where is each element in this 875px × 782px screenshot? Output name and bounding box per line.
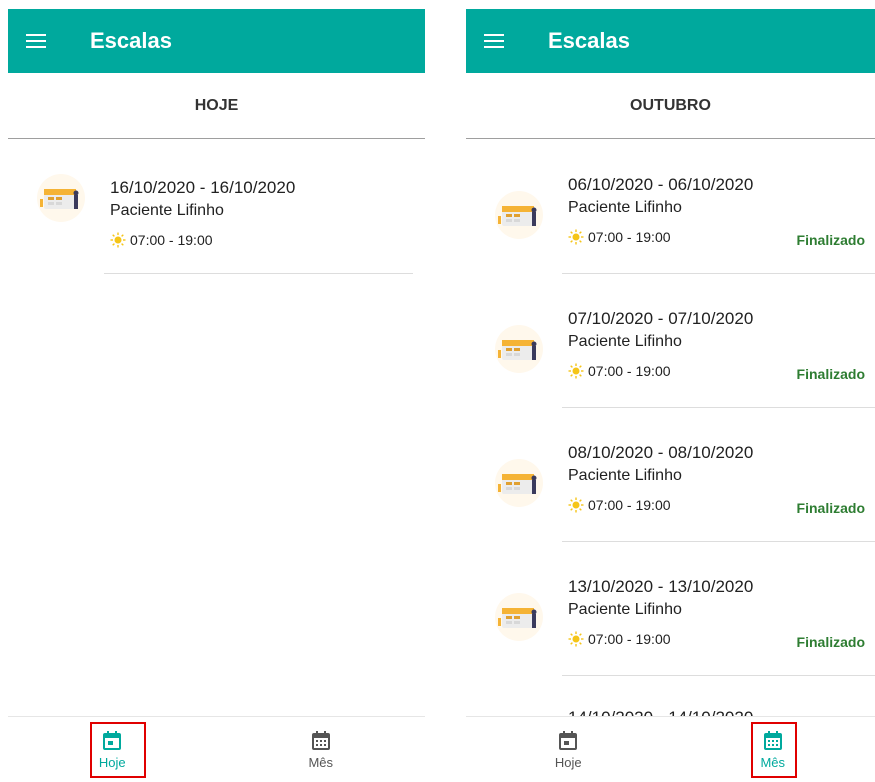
calendar-month-icon (762, 730, 784, 752)
sun-icon (568, 497, 584, 513)
item-patient: Paciente Lifinho (568, 199, 682, 216)
item-shift-time: 07:00 - 19:00 (130, 232, 213, 248)
item-shift-time: 07:00 - 19:00 (588, 497, 671, 513)
app-bar: Escalas (8, 9, 425, 73)
calendar-illustration-icon (494, 190, 544, 240)
section-title-today: HOJE (8, 74, 425, 139)
bottom-navigation: Hoje Mês (466, 716, 875, 782)
item-patient: Paciente Lifinho (110, 202, 224, 219)
item-shift: 07:00 - 19:00 (110, 230, 425, 250)
calendar-illustration-icon (494, 458, 544, 508)
sun-icon (568, 631, 584, 647)
item-divider (104, 273, 413, 274)
tab-today-label: Hoje (98, 755, 126, 770)
schedule-list: 16/10/2020 - 16/10/2020 Paciente Lifinho… (8, 140, 425, 717)
tab-today-label: Hoje (554, 755, 582, 770)
app-bar: Escalas (466, 9, 875, 73)
list-item[interactable]: 13/10/2020 - 13/10/2020 Paciente Lifinho… (466, 542, 875, 676)
tab-today[interactable]: Hoje (466, 717, 671, 782)
bottom-navigation: Hoje Mês (8, 716, 425, 782)
sun-icon (110, 232, 126, 248)
item-date-range: 13/10/2020 - 13/10/2020 (568, 577, 754, 596)
tab-month[interactable]: Mês (217, 717, 426, 782)
item-shift-time: 07:00 - 19:00 (588, 363, 671, 379)
tab-month-label: Mês (308, 755, 334, 770)
tab-month[interactable]: Mês (671, 717, 875, 782)
item-patient: Paciente Lifinho (568, 333, 682, 350)
calendar-illustration-icon (494, 592, 544, 642)
calendar-illustration-icon (36, 173, 86, 223)
section-title-month: OUTUBRO (466, 74, 875, 139)
status-badge: Finalizado (796, 232, 865, 248)
status-badge: Finalizado (796, 366, 865, 382)
list-item[interactable]: 06/10/2020 - 06/10/2020 Paciente Lifinho… (466, 140, 875, 274)
app-title: Escalas (90, 28, 172, 53)
tab-today[interactable]: Hoje (8, 717, 217, 782)
item-date-range: 08/10/2020 - 08/10/2020 (568, 443, 754, 462)
item-patient: Paciente Lifinho (568, 601, 682, 618)
calendar-month-icon (310, 730, 332, 752)
item-date-range: 16/10/2020 - 16/10/2020 (110, 178, 296, 197)
calendar-today-icon (101, 730, 123, 752)
status-badge: Finalizado (796, 500, 865, 516)
sun-icon (568, 229, 584, 245)
list-item[interactable]: 07/10/2020 - 07/10/2020 Paciente Lifinho… (466, 274, 875, 408)
list-item[interactable]: 08/10/2020 - 08/10/2020 Paciente Lifinho… (466, 408, 875, 542)
item-patient: Paciente Lifinho (568, 467, 682, 484)
sun-icon (568, 363, 584, 379)
item-shift-time: 07:00 - 19:00 (588, 229, 671, 245)
calendar-illustration-icon (494, 324, 544, 374)
list-item[interactable]: 16/10/2020 - 16/10/2020 Paciente Lifinho… (8, 140, 425, 274)
screen-today: Escalas HOJE 16/10/2020 - 16/10/2020 Pac… (8, 0, 425, 782)
app-title: Escalas (548, 28, 630, 53)
item-date-range: 07/10/2020 - 07/10/2020 (568, 309, 754, 328)
menu-icon[interactable] (8, 9, 64, 73)
menu-icon[interactable] (466, 9, 522, 73)
screen-month: Escalas OUTUBRO 06/10/2020 - 06/10/2020 … (466, 0, 875, 782)
item-date-range: 06/10/2020 - 06/10/2020 (568, 175, 754, 194)
item-content: 16/10/2020 - 16/10/2020 Paciente Lifinho… (110, 176, 425, 250)
tab-month-label: Mês (760, 755, 786, 770)
item-shift-time: 07:00 - 19:00 (588, 631, 671, 647)
status-badge: Finalizado (796, 634, 865, 650)
calendar-today-icon (557, 730, 579, 752)
schedule-list: 06/10/2020 - 06/10/2020 Paciente Lifinho… (466, 140, 875, 717)
list-item-partial[interactable]: 14/10/2020 - 14/10/2020 (466, 676, 875, 717)
